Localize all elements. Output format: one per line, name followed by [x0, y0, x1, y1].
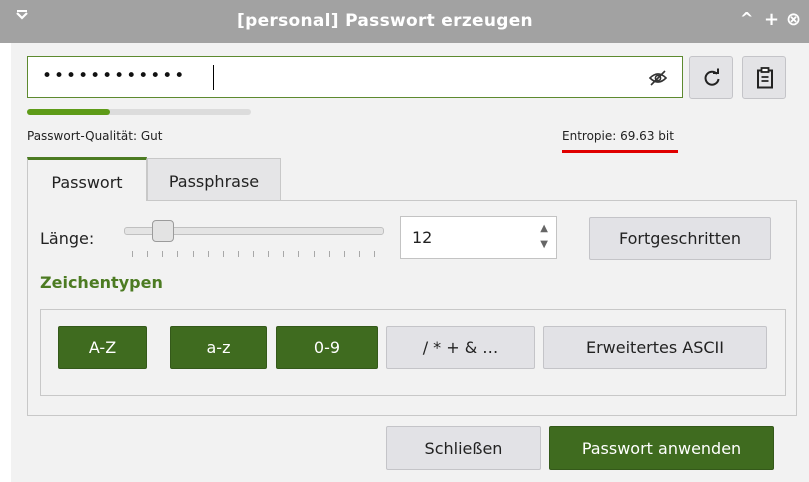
- slider-tick: [358, 251, 360, 257]
- slider-tick: [374, 251, 375, 257]
- slider-tick: [147, 251, 149, 257]
- char-types-heading: Zeichentypen: [40, 273, 163, 292]
- eye-slash-icon[interactable]: [648, 68, 668, 88]
- slider-tick: [207, 251, 209, 257]
- tab-passphrase[interactable]: Passphrase: [147, 158, 281, 202]
- slider-tick: [222, 251, 224, 257]
- char-type-digits-button[interactable]: 0-9: [276, 326, 378, 369]
- text-cursor: [213, 65, 214, 90]
- slider-tick: [268, 251, 270, 257]
- length-spinbox[interactable]: 12 ▲ ▼: [400, 216, 557, 259]
- dialog-body: •••••••••••• Passwort-Qualität: Gut Entr…: [11, 43, 809, 482]
- apply-password-button[interactable]: Passwort anwenden: [549, 426, 774, 470]
- regenerate-button[interactable]: [689, 56, 733, 99]
- password-quality-bar: [27, 109, 251, 115]
- password-options-panel: Länge: 12 ▲ ▼ Fortgeschritten Zeichentyp…: [27, 200, 797, 416]
- char-type-extended-ascii-button[interactable]: Erweitertes ASCII: [543, 326, 767, 369]
- clipboard-icon: [755, 67, 775, 93]
- refresh-icon: [702, 68, 722, 92]
- slider-tick: [298, 251, 300, 257]
- slider-ticks: [124, 251, 382, 257]
- char-type-lowercase-button[interactable]: a-z: [170, 326, 267, 369]
- char-types-group: A-Z a-z 0-9 / * + & … Erweitertes ASCII: [40, 309, 786, 396]
- maximize-button[interactable]: +: [764, 9, 779, 30]
- length-value: 12: [412, 228, 433, 247]
- slider-tick: [237, 251, 239, 257]
- password-input[interactable]: ••••••••••••: [27, 56, 683, 98]
- char-type-special-button[interactable]: / * + & …: [386, 326, 535, 369]
- slider-tick: [177, 251, 179, 257]
- slider-tick: [162, 251, 164, 257]
- slider-tick: [343, 251, 345, 257]
- slider-tick: [253, 251, 254, 257]
- minimize-button[interactable]: ^: [740, 9, 753, 28]
- copy-button[interactable]: [742, 56, 786, 99]
- entropy-label: Entropie: 69.63 bit: [562, 129, 674, 143]
- quality-bar-fill: [27, 109, 110, 115]
- password-value: ••••••••••••: [42, 66, 187, 86]
- slider-tick: [313, 251, 315, 257]
- quality-label: Passwort-Qualität: Gut: [27, 129, 163, 143]
- slider-tick: [328, 251, 330, 257]
- length-slider-handle[interactable]: [152, 220, 175, 242]
- slider-tick: [192, 251, 194, 257]
- close-window-button[interactable]: ⊗: [786, 9, 801, 30]
- spin-down-icon[interactable]: ▼: [540, 239, 548, 250]
- slider-tick: [283, 251, 285, 257]
- tab-passwort[interactable]: Passwort: [27, 157, 147, 201]
- char-type-uppercase-button[interactable]: A-Z: [58, 326, 147, 369]
- window-title: [personal] Passwort erzeugen: [237, 11, 533, 31]
- title-bar: [personal] Passwort erzeugen ^ + ⊗: [0, 0, 809, 43]
- close-button[interactable]: Schließen: [386, 426, 541, 470]
- entropy-underline-mark: [562, 150, 678, 153]
- length-label: Länge:: [40, 229, 95, 248]
- spin-up-icon[interactable]: ▲: [540, 223, 548, 234]
- slider-tick: [132, 251, 133, 257]
- advanced-button[interactable]: Fortgeschritten: [589, 217, 771, 260]
